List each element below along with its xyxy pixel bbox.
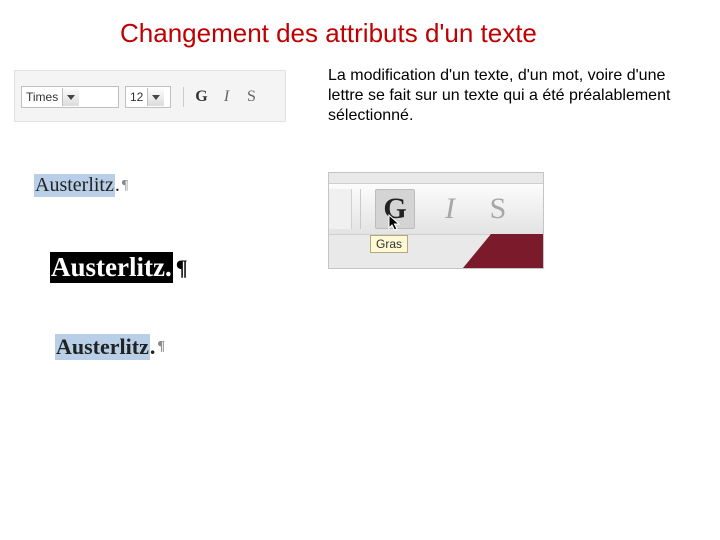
font-family-value: Times [26,90,58,104]
style-buttons: G I S [194,86,259,108]
pilcrow-icon: ¶ [157,339,165,355]
font-family-dropdown[interactable]: Times [21,86,119,108]
selected-text: Austerlitz. [50,252,173,283]
period: . [150,334,156,360]
italic-button[interactable]: I [437,192,463,226]
underline-button[interactable]: S [244,88,259,106]
slide-title: Changement des attributs d'un texte [120,18,537,49]
period: . [115,174,120,197]
toolbar-stub [329,189,352,229]
separator [360,189,361,229]
bold-button[interactable]: G [194,88,209,106]
font-size-dropdown[interactable]: 12 [125,86,171,108]
example-selected-bold-inverse: Austerlitz. ¶ [50,252,188,283]
separator [183,87,184,107]
bold-button-zoom-screenshot: G I S Gras [328,172,544,269]
cursor-icon [388,214,402,232]
selected-text: Austerlitz [55,334,150,360]
decorative-shape [463,234,543,268]
underline-button[interactable]: S [485,192,511,226]
example-selected-bold: Austerlitz. ¶ [55,334,165,360]
pilcrow-icon: ¶ [176,255,188,281]
body-text: La modification d'un texte, d'un mot, vo… [328,66,680,126]
chevron-down-icon[interactable] [62,88,79,106]
italic-button[interactable]: I [219,88,234,106]
tooltip: Gras [370,235,408,253]
chevron-down-icon[interactable] [147,88,164,106]
example-selected-normal: Austerlitz. ¶ [34,174,128,197]
pilcrow-icon: ¶ [122,178,128,194]
formatting-toolbar-screenshot: Times 12 G I S [14,70,286,122]
selected-text: Austerlitz [34,174,115,197]
font-size-value: 12 [130,90,143,104]
